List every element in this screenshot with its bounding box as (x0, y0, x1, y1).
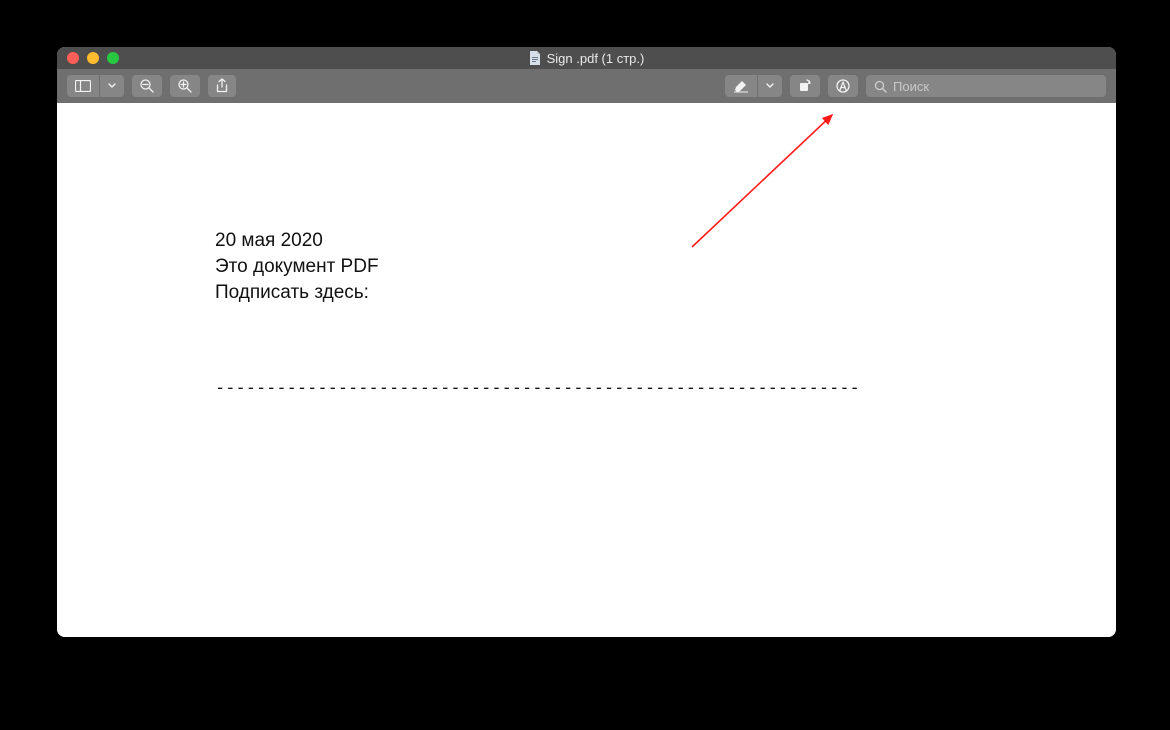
chevron-down-icon (108, 83, 116, 89)
minimize-window-button[interactable] (87, 52, 99, 64)
sidebar-toggle-button[interactable] (67, 75, 99, 97)
app-window: Sign .pdf (1 стр.) (57, 47, 1116, 637)
markup-icon (835, 78, 851, 94)
doc-date-line: 20 мая 2020 (215, 228, 1116, 254)
rotate-icon (797, 78, 813, 94)
doc-description-line: Это документ PDF (215, 254, 1116, 280)
highlighter-icon (733, 79, 749, 93)
zoom-in-button[interactable] (170, 75, 200, 97)
sidebar-toggle-group (67, 75, 124, 97)
zoom-in-icon (177, 78, 193, 94)
rotate-button[interactable] (790, 75, 820, 97)
highlight-group (725, 75, 782, 97)
window-title: Sign .pdf (1 стр.) (547, 51, 645, 66)
search-icon (874, 80, 887, 93)
sidebar-icon (75, 80, 91, 92)
share-icon (215, 78, 229, 94)
markup-button[interactable] (828, 75, 858, 97)
window-title-group: Sign .pdf (1 стр.) (529, 51, 645, 66)
close-window-button[interactable] (67, 52, 79, 64)
document-content: 20 мая 2020 Это документ PDF Подписать з… (57, 103, 1116, 637)
highlight-button[interactable] (725, 75, 757, 97)
zoom-out-button[interactable] (132, 75, 162, 97)
zoom-out-icon (139, 78, 155, 94)
search-field[interactable] (866, 75, 1106, 97)
titlebar: Sign .pdf (1 стр.) (57, 47, 1116, 69)
highlight-dropdown-button[interactable] (758, 75, 782, 97)
signature-line: ----------------------------------------… (215, 378, 1116, 398)
share-button[interactable] (208, 75, 236, 97)
sidebar-menu-button[interactable] (100, 75, 124, 97)
window-controls (67, 52, 119, 64)
document-icon (529, 51, 541, 65)
doc-sign-label: Подписать здесь: (215, 280, 1116, 306)
fullscreen-window-button[interactable] (107, 52, 119, 64)
chevron-down-icon (766, 83, 774, 89)
toolbar (57, 69, 1116, 103)
search-input[interactable] (893, 79, 1098, 94)
